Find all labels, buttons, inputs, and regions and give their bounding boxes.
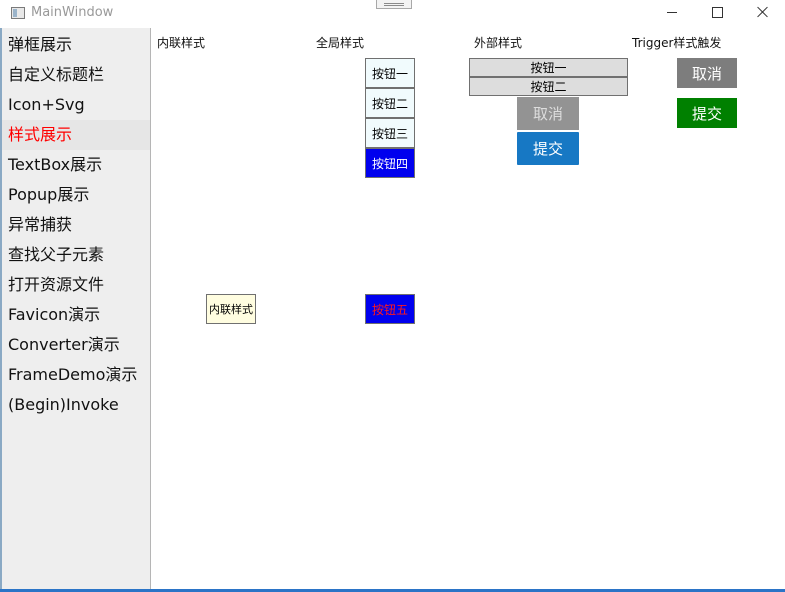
external-button-1[interactable]: 按钮一 bbox=[469, 58, 628, 77]
sidebar-item-style[interactable]: 样式展示 bbox=[8, 120, 72, 150]
global-button-1[interactable]: 按钮一 bbox=[365, 58, 415, 88]
external-style-header: 外部样式 bbox=[474, 36, 523, 50]
window-title: MainWindow bbox=[31, 5, 114, 20]
title-bar: MainWindow bbox=[0, 0, 785, 28]
inline-style-button[interactable]: 内联样式 bbox=[206, 294, 256, 324]
sidebar-item-icon-svg[interactable]: Icon+Svg bbox=[8, 90, 85, 120]
close-icon[interactable] bbox=[740, 0, 785, 28]
trigger-style-header: Trigger样式触发 bbox=[632, 36, 722, 50]
external-cancel-button[interactable]: 取消 bbox=[517, 97, 579, 130]
sidebar-item-popup[interactable]: Popup展示 bbox=[8, 180, 89, 210]
sidebar-item-converter[interactable]: Converter演示 bbox=[8, 330, 120, 360]
sidebar-item-favicon[interactable]: Favicon演示 bbox=[8, 300, 100, 330]
sidebar-item-resource-file[interactable]: 打开资源文件 bbox=[8, 270, 104, 300]
sidebar-item-invoke[interactable]: (Begin)Invoke bbox=[8, 390, 119, 420]
sidebar-item-dialog[interactable]: 弹框展示 bbox=[8, 30, 72, 60]
external-button-2[interactable]: 按钮二 bbox=[469, 77, 628, 96]
sidebar-item-exception[interactable]: 异常捕获 bbox=[8, 210, 72, 240]
global-button-3[interactable]: 按钮三 bbox=[365, 118, 415, 148]
window-app-icon bbox=[11, 7, 25, 19]
trigger-cancel-button[interactable]: 取消 bbox=[677, 58, 737, 88]
external-submit-button[interactable]: 提交 bbox=[517, 132, 579, 165]
sidebar-item-find-elements[interactable]: 查找父子元素 bbox=[8, 240, 104, 270]
minimize-icon[interactable] bbox=[650, 0, 696, 28]
sidebar-item-custom-titlebar[interactable]: 自定义标题栏 bbox=[8, 60, 104, 90]
global-style-header: 全局样式 bbox=[316, 36, 365, 50]
maximize-icon[interactable] bbox=[694, 0, 740, 28]
global-button-4[interactable]: 按钮四 bbox=[365, 148, 415, 178]
sidebar-item-framedemo[interactable]: FrameDemo演示 bbox=[8, 360, 137, 390]
global-button-2[interactable]: 按钮二 bbox=[365, 88, 415, 118]
inline-style-header: 内联样式 bbox=[157, 36, 206, 50]
trigger-submit-button[interactable]: 提交 bbox=[677, 98, 737, 128]
sidebar-nav: 弹框展示 自定义标题栏 Icon+Svg 样式展示 TextBox展示 Popu… bbox=[2, 28, 151, 590]
sidebar-item-textbox[interactable]: TextBox展示 bbox=[8, 150, 102, 180]
global-button-5[interactable]: 按钮五 bbox=[365, 294, 415, 324]
drag-handle-icon[interactable] bbox=[376, 0, 412, 9]
